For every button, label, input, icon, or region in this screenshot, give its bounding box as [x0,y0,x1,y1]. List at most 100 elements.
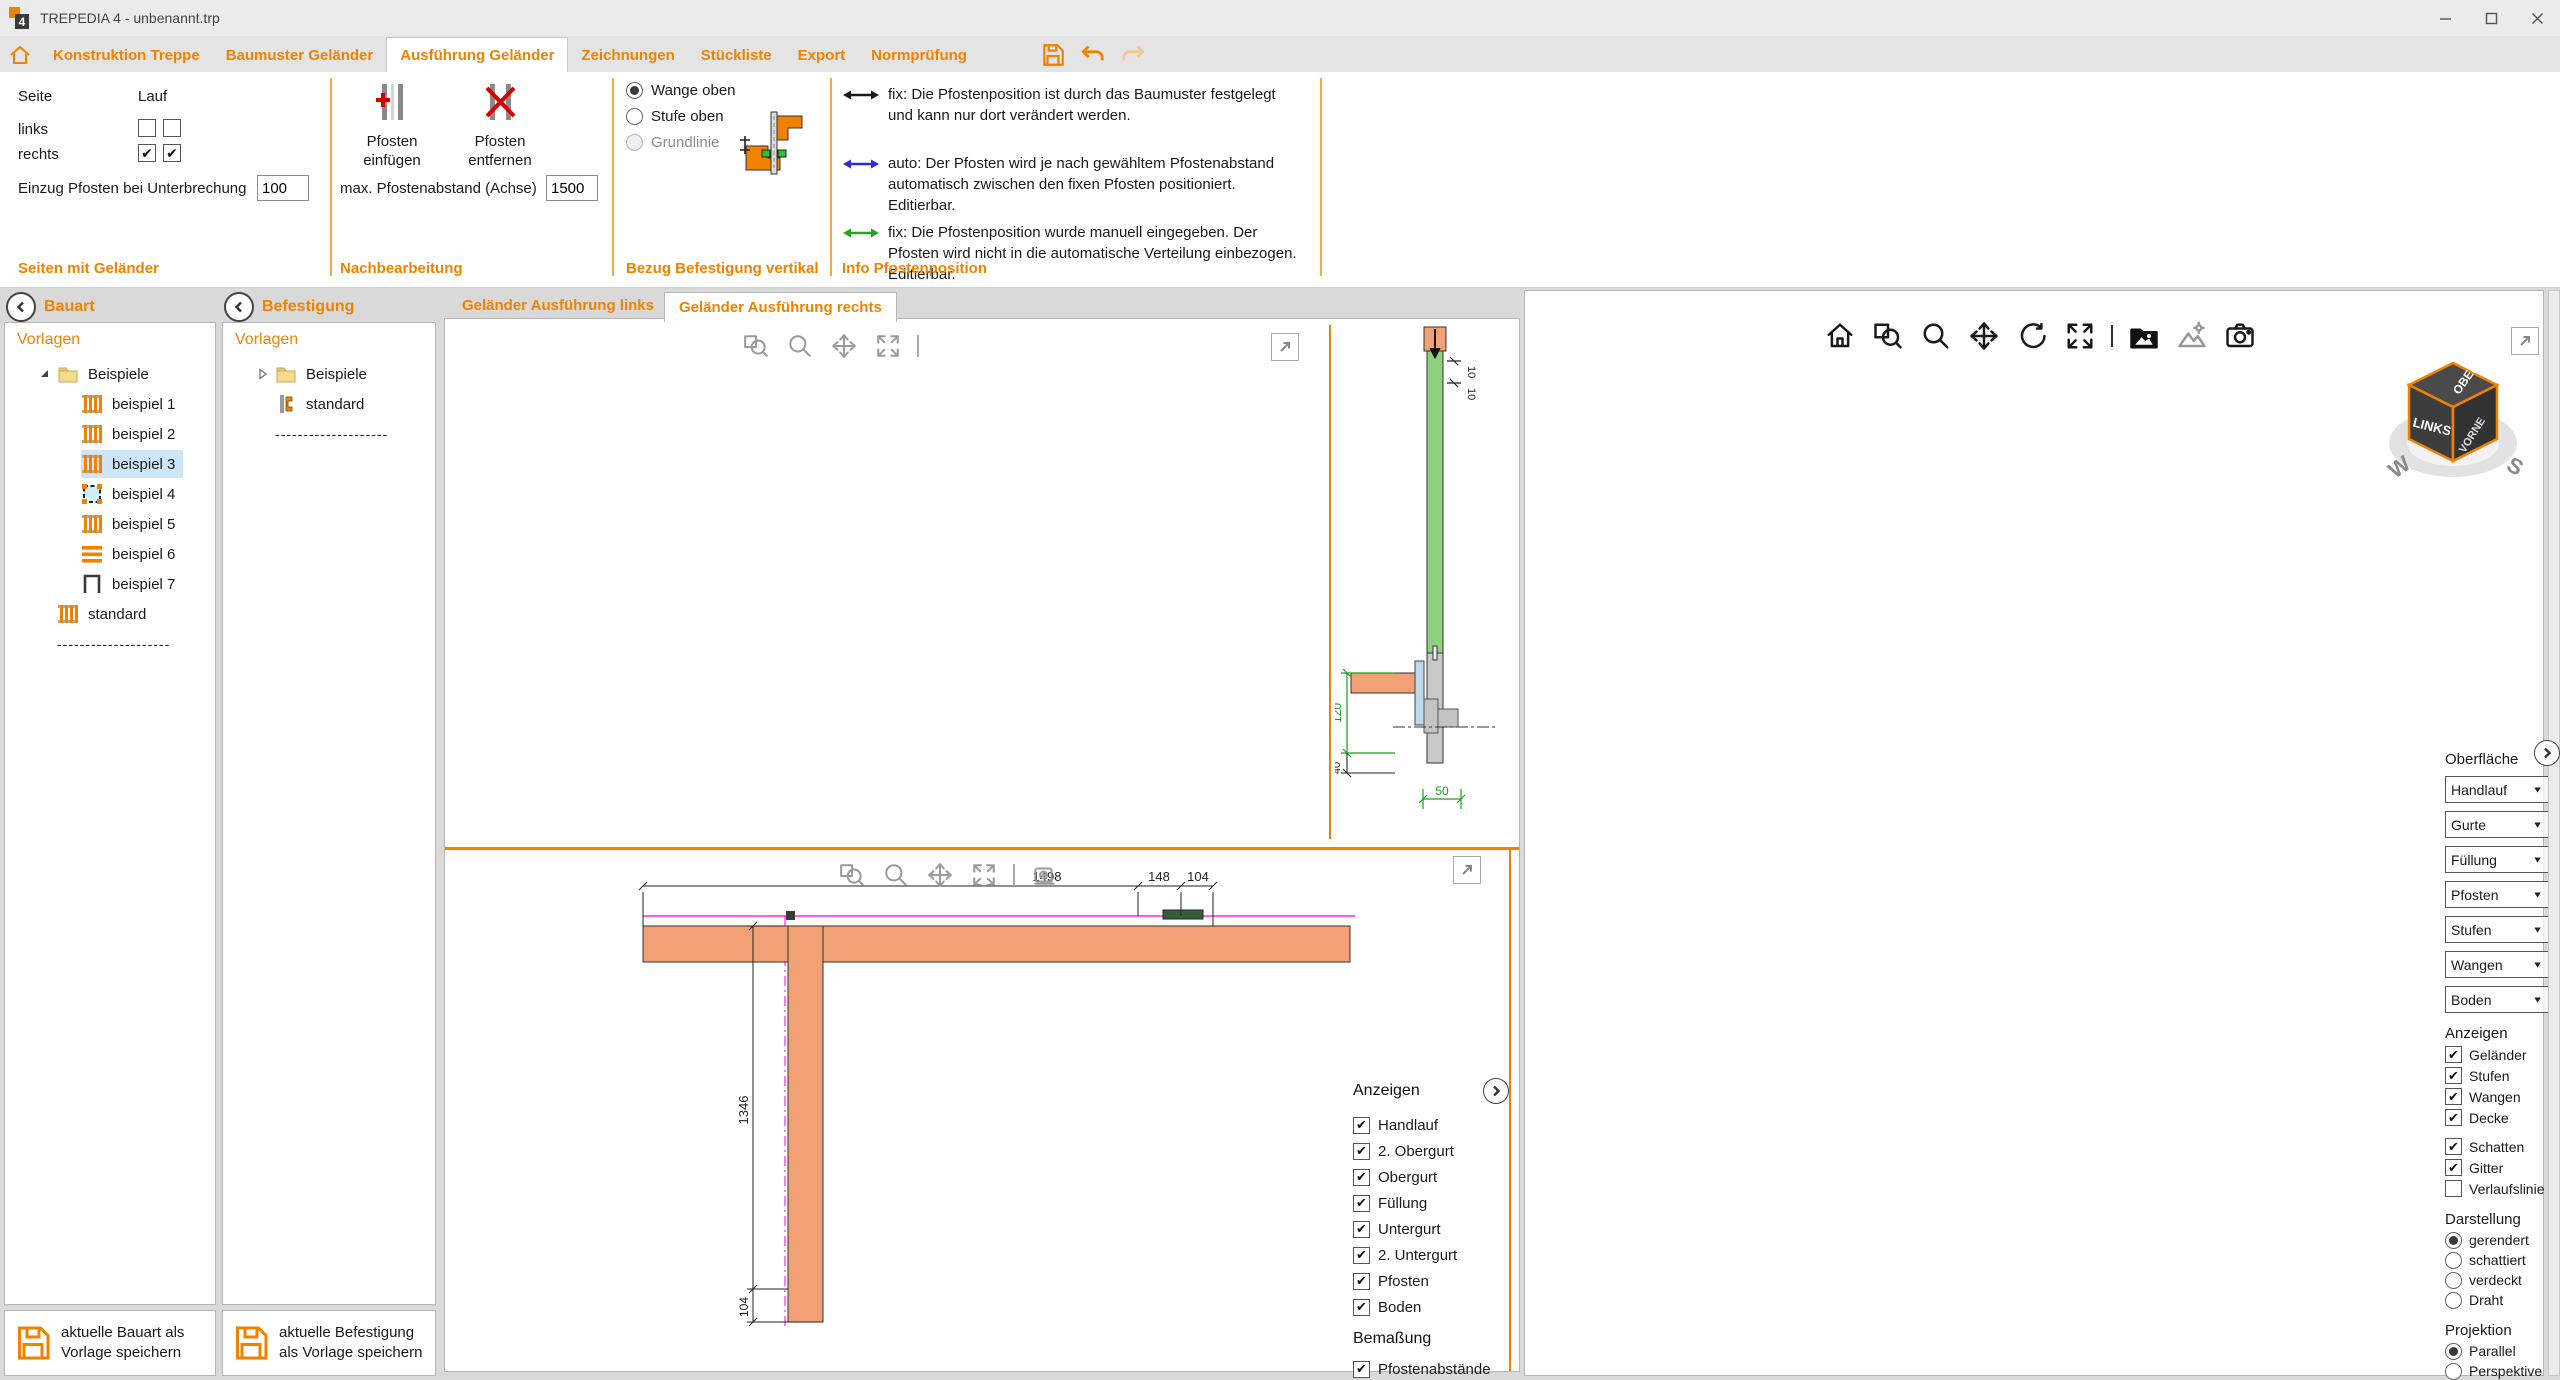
tab-export[interactable]: Export [785,38,859,72]
collapse-befestigung-button[interactable] [224,292,254,322]
check-untergurt[interactable]: Untergurt [1353,1216,1509,1242]
tab-stueckliste[interactable]: Stückliste [688,38,785,72]
check-wangen-3d[interactable]: Wangen [2445,1086,2549,1107]
save-befestigung-button[interactable]: aktuelle Befestigung als Vorlage speiche… [222,1310,436,1376]
select-handlauf[interactable]: Handlauf▼ [2445,776,2549,803]
check-2-untergurt[interactable]: 2. Untergurt [1353,1242,1509,1268]
radio-stufe-oben[interactable]: Stufe oben [626,108,724,125]
check-fuellung[interactable]: Füllung [1353,1190,1509,1216]
tab-zeichnungen[interactable]: Zeichnungen [568,38,687,72]
rechts-seite-checkbox[interactable] [138,144,156,162]
plan-viewport[interactable]: 1498 148 104 1346 104 Anzeigen [445,850,1519,1371]
pfosten-einfuegen-button[interactable]: Pfosten einfügen [344,80,440,170]
links-seite-checkbox[interactable] [138,119,156,137]
expand-anzeigen-button[interactable] [1483,1078,1509,1104]
zoom-window-icon[interactable] [741,331,771,361]
section-drawing[interactable]: 10 10 120 40 50 [1335,321,1517,845]
elevation-viewport[interactable]: 10 10 120 40 50 [445,319,1519,847]
radio-verdeckt[interactable]: verdeckt [2445,1270,2549,1290]
check-verlaufslinie-3d[interactable]: Verlaufslinie [2445,1178,2549,1199]
select-pfosten[interactable]: Pfosten▼ [2445,881,2549,908]
minimize-button[interactable] [2422,0,2468,36]
links-lauf-checkbox[interactable] [163,119,181,137]
tree-item-beispiel-4[interactable]: beispiel 4 [15,479,215,509]
tree-item-beispiel-2[interactable]: beispiel 2 [15,419,215,449]
radio-parallel[interactable]: Parallel [2445,1341,2549,1361]
check-pfosten[interactable]: Pfosten [1353,1268,1509,1294]
tab-gelaender-links[interactable]: Geländer Ausführung links [448,292,668,318]
expand-plan-button[interactable] [1453,856,1481,884]
rechts-lauf-checkbox[interactable] [163,144,181,162]
zoom-icon[interactable] [881,860,911,890]
plan-drawing[interactable]: 1498 148 104 1346 104 [447,852,1355,1369]
einzug-input[interactable] [257,175,309,201]
pan-icon[interactable] [925,860,955,890]
tree-item-beispiel-5[interactable]: beispiel 5 [15,509,215,539]
fit-view-icon[interactable] [2063,319,2097,353]
tab-ausfuehrung-gelaender[interactable]: Ausführung Geländer [386,37,568,72]
fit-view-icon[interactable] [969,860,999,890]
tab-konstruktion-treppe[interactable]: Konstruktion Treppe [40,38,213,72]
home-view-icon[interactable] [1823,319,1857,353]
pfosten-entfernen-button[interactable]: Pfosten entfernen [452,80,548,170]
select-fuellung[interactable]: Füllung▼ [2445,846,2549,873]
tab-baumuster-gelaender[interactable]: Baumuster Geländer [213,38,387,72]
check-stufen-3d[interactable]: Stufen [2445,1065,2549,1086]
expand-elevation-button[interactable] [1271,333,1299,361]
select-boden[interactable]: Boden▼ [2445,986,2549,1013]
tree-item-standard[interactable]: standard [233,389,435,419]
check-decke-3d[interactable]: Decke [2445,1107,2549,1128]
screenshot-camera-icon[interactable] [2223,319,2257,353]
zoom-window-icon[interactable] [1871,319,1905,353]
check-pfostenabstaende[interactable]: Pfostenabstände [1353,1356,1509,1380]
radio-schattiert[interactable]: schattiert [2445,1250,2549,1270]
maximize-button[interactable] [2468,0,2514,36]
tree-item-standard[interactable]: standard [15,599,215,629]
tree-folder-beispiele[interactable]: Beispiele [15,359,215,389]
radio-wange-oben[interactable]: Wange oben [626,82,736,99]
measure-tape-icon[interactable] [1029,860,1059,890]
tree-item-beispiel-6[interactable]: beispiel 6 [15,539,215,569]
pan-icon[interactable] [829,331,859,361]
tree-folder-beispiele[interactable]: Beispiele [233,359,435,389]
tree-item-beispiel-7[interactable]: beispiel 7 [15,569,215,599]
navigation-cube[interactable]: W S OBEN LINKS VORNE [2381,347,2531,497]
expander-expanded-icon[interactable] [39,368,51,380]
load-background-image-icon[interactable] [2127,319,2161,353]
pfostenabstand-input[interactable] [546,175,598,201]
save-bauart-button[interactable]: aktuelle Bauart als Vorlage speichern [4,1310,216,1376]
zoom-icon[interactable] [785,331,815,361]
tab-normpruefung[interactable]: Normprüfung [858,38,980,72]
select-wangen[interactable]: Wangen▼ [2445,951,2549,978]
undo-icon[interactable] [1080,42,1106,68]
fit-view-icon[interactable] [873,331,903,361]
check-gitter-3d[interactable]: Gitter [2445,1157,2549,1178]
expander-collapsed-icon[interactable] [257,368,269,380]
home-tab[interactable] [0,38,40,72]
radio-perspektive[interactable]: Perspektive [2445,1361,2549,1380]
zoom-window-icon[interactable] [837,860,867,890]
save-icon[interactable] [1040,42,1066,68]
tree-item-beispiel-3-selected[interactable]: beispiel 3 [15,449,215,479]
close-button[interactable] [2514,0,2560,36]
check-handlauf[interactable]: Handlauf [1353,1112,1509,1138]
check-schatten-3d[interactable]: Schatten [2445,1136,2549,1157]
select-stufen[interactable]: Stufen▼ [2445,916,2549,943]
check-boden[interactable]: Boden [1353,1294,1509,1320]
select-gurte[interactable]: Gurte▼ [2445,811,2549,838]
elevation-drawing[interactable] [455,323,1325,843]
check-2-obergurt[interactable]: 2. Obergurt [1353,1138,1509,1164]
tab-gelaender-rechts[interactable]: Geländer Ausführung rechts [664,292,897,322]
railing-icon [81,453,103,475]
tree-item-beispiel-1[interactable]: beispiel 1 [15,389,215,419]
check-obergurt[interactable]: Obergurt [1353,1164,1509,1190]
rotate-icon[interactable] [2015,319,2049,353]
pan-icon[interactable] [1967,319,2001,353]
radio-gerendert[interactable]: gerendert [2445,1230,2549,1250]
viewport-3d[interactable]: W S OBEN LINKS VORNE Oberfläche Handlauf… [1524,290,2544,1376]
radio-draht[interactable]: Draht [2445,1290,2549,1310]
expand-right-panel-button[interactable] [2534,740,2560,766]
zoom-icon[interactable] [1919,319,1953,353]
collapse-bauart-button[interactable] [6,292,36,322]
check-gelaender-3d[interactable]: Geländer [2445,1044,2549,1065]
